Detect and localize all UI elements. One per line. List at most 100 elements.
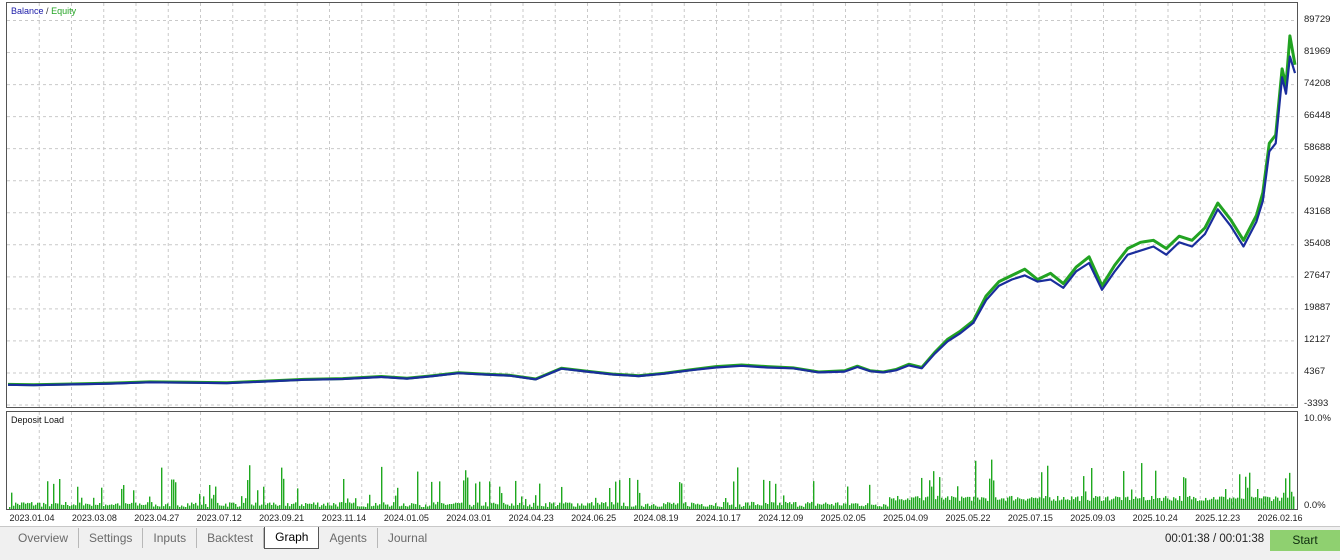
deposit-load-bar <box>883 504 885 509</box>
deposit-load-bar <box>151 502 153 509</box>
deposit-load-bar <box>609 487 611 509</box>
load-y-tick-label: 10.0% <box>1304 413 1331 424</box>
deposit-load-bar <box>1133 498 1135 509</box>
deposit-load-bar <box>79 502 81 509</box>
deposit-load-bar <box>807 502 809 509</box>
x-tick-label: 2023.09.21 <box>259 513 305 523</box>
deposit-load-bar <box>483 505 485 509</box>
deposit-load-bar <box>1101 500 1103 509</box>
tab-agents[interactable]: Agents <box>319 528 378 548</box>
deposit-load-bar <box>949 499 951 509</box>
y-tick-label: 89729 <box>1304 13 1331 25</box>
deposit-load-bar <box>195 502 197 509</box>
deposit-load-bar <box>457 503 459 509</box>
deposit-load-title: Deposit Load <box>11 415 65 425</box>
deposit-load-bar <box>1141 463 1143 509</box>
y-tick-label: 66448 <box>1304 109 1331 121</box>
deposit-load-bar <box>347 498 349 509</box>
deposit-load-bar <box>221 505 223 509</box>
deposit-load-bar <box>931 486 933 509</box>
deposit-load-bar <box>1103 500 1105 509</box>
deposit-load-bar <box>851 503 853 509</box>
tab-journal[interactable]: Journal <box>378 528 437 548</box>
deposit-load-bar <box>211 498 213 509</box>
deposit-load-bar <box>513 505 515 509</box>
deposit-load-bar <box>1225 489 1227 509</box>
deposit-load-bar <box>993 480 995 509</box>
deposit-load-chart: Deposit Load <box>6 411 1298 510</box>
deposit-load-bar <box>15 502 17 509</box>
deposit-load-bar <box>811 501 813 509</box>
deposit-load-bar <box>775 483 777 509</box>
deposit-load-bar <box>797 506 799 509</box>
deposit-load-bar <box>803 506 805 509</box>
deposit-load-bar <box>215 486 217 509</box>
deposit-load-bar <box>165 504 167 509</box>
deposit-load-bar <box>543 506 545 509</box>
tab-graph[interactable]: Graph <box>264 526 320 549</box>
deposit-load-bar <box>175 482 177 509</box>
deposit-load-bar <box>895 500 897 509</box>
balance-equity-chart: Balance / Equity <box>6 2 1298 408</box>
deposit-load-bar <box>805 503 807 509</box>
deposit-load-bar <box>59 479 61 509</box>
deposit-load-bar <box>39 502 41 509</box>
deposit-load-bar <box>73 504 75 509</box>
legend-equity: Equity <box>51 6 77 16</box>
deposit-load-bar <box>387 504 389 509</box>
deposit-load-bar <box>321 505 323 509</box>
deposit-load-bar <box>899 499 901 509</box>
deposit-load-bar <box>903 500 905 509</box>
deposit-load-bar <box>433 502 435 509</box>
deposit-load-bar <box>81 497 83 509</box>
deposit-load-bar <box>1031 497 1033 509</box>
deposit-load-bar <box>191 502 193 509</box>
deposit-load-bar <box>831 504 833 509</box>
tab-backtest[interactable]: Backtest <box>197 528 265 548</box>
deposit-load-bar <box>241 496 243 509</box>
deposit-load-bar <box>187 503 189 509</box>
deposit-load-bar <box>83 505 85 509</box>
deposit-load-bar <box>489 481 491 509</box>
start-button[interactable]: Start <box>1270 530 1340 551</box>
deposit-load-bar <box>129 503 131 509</box>
deposit-load-bar <box>45 504 47 509</box>
deposit-load-bar <box>941 497 943 509</box>
deposit-load-bar <box>585 505 587 509</box>
deposit-load-bar <box>601 502 603 509</box>
deposit-load-bar <box>771 502 773 509</box>
deposit-load-bar <box>421 506 423 509</box>
deposit-load-bar <box>535 495 537 509</box>
deposit-load-bar <box>511 503 513 509</box>
deposit-load-bar <box>917 496 919 509</box>
deposit-load-bar <box>753 502 755 509</box>
y-axis-labels: 89729 81969 74208 66448 58688 50928 43168 35408… <box>1299 0 1340 520</box>
deposit-load-bar <box>1285 478 1287 509</box>
deposit-load-bar <box>413 503 415 509</box>
deposit-load-bar <box>571 503 573 509</box>
legend-balance: Balance <box>11 6 44 16</box>
deposit-load-bar <box>335 504 337 509</box>
deposit-load-bar <box>309 503 311 509</box>
deposit-load-bar <box>1197 500 1199 509</box>
deposit-load-bar <box>1121 500 1123 509</box>
deposit-load-bar <box>427 506 429 509</box>
deposit-load-bar <box>1123 471 1125 509</box>
y-tick-label: 12127 <box>1304 333 1331 345</box>
deposit-load-bar <box>581 503 583 509</box>
deposit-load-bar <box>85 503 87 509</box>
deposit-load-bar <box>463 480 465 509</box>
x-tick-label: 2025.09.03 <box>1070 513 1116 523</box>
deposit-load-bar <box>209 484 211 509</box>
deposit-load-bar <box>745 502 747 509</box>
tab-inputs[interactable]: Inputs <box>143 528 198 548</box>
deposit-load-bar <box>547 506 549 509</box>
deposit-load-bar <box>155 504 157 509</box>
tab-settings[interactable]: Settings <box>79 528 144 548</box>
deposit-load-bar <box>1151 495 1153 509</box>
deposit-load-bar <box>389 506 391 509</box>
deposit-load-bar <box>1081 496 1083 509</box>
deposit-load-plot <box>9 412 1295 509</box>
tab-overview[interactable]: Overview <box>8 528 80 548</box>
deposit-load-bar <box>1137 498 1139 509</box>
